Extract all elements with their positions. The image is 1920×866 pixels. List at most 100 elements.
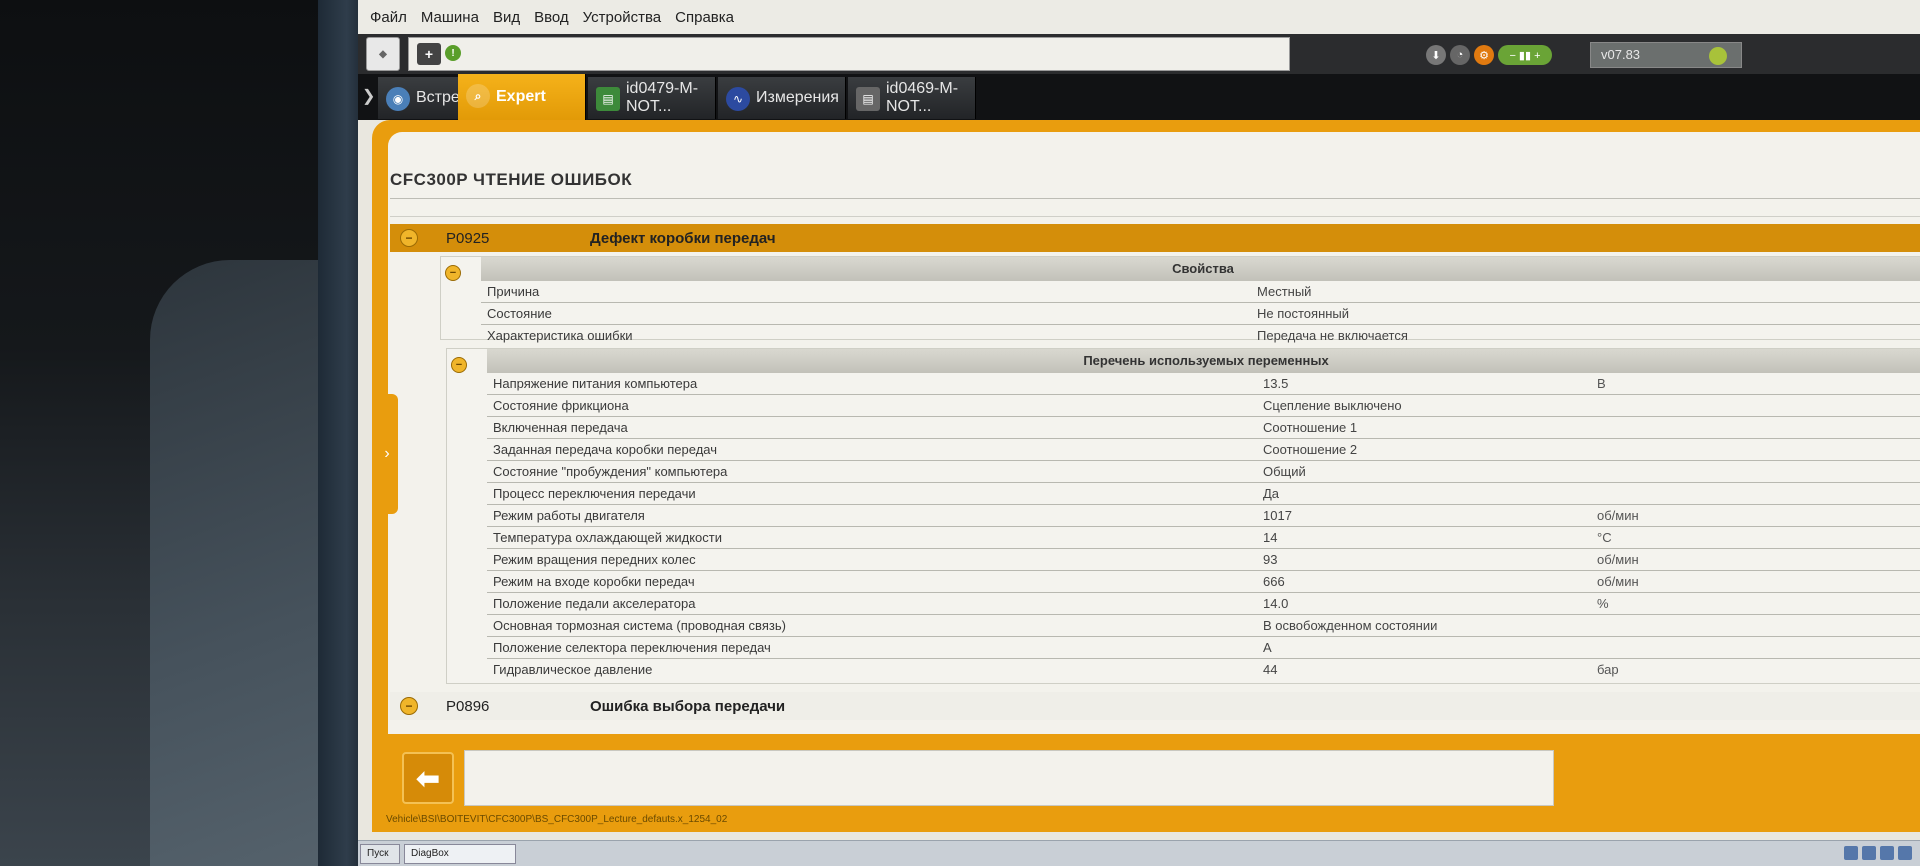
content-panel: › CFC300P ЧТЕНИЕ ОШИБОК − P0925 Дефект к… xyxy=(376,132,1920,734)
collapse-icon[interactable]: − xyxy=(400,229,418,247)
variable-value: 14.0 xyxy=(1263,596,1289,611)
variable-value: Сцепление выключено xyxy=(1263,398,1402,413)
message-field xyxy=(464,750,1554,806)
variable-value: Да xyxy=(1263,486,1280,501)
tray-icon[interactable] xyxy=(1844,846,1858,860)
menu-view[interactable]: Вид xyxy=(493,9,520,26)
table-row: Положение педали акселератора 14.0 % xyxy=(487,593,1920,615)
main-frame: › CFC300P ЧТЕНИЕ ОШИБОК − P0925 Дефект к… xyxy=(372,120,1920,832)
fault-description: Ошибка выбора передачи xyxy=(590,697,786,715)
chevron-down-icon[interactable]: ❯ xyxy=(362,86,375,106)
start-button[interactable]: Пуск xyxy=(360,844,400,864)
gauge-icon[interactable]: ◔ xyxy=(1450,45,1470,65)
toolbar: ◆ + ! ⬇ ◔ ⚙ − ▮▮ + v07.83 xyxy=(358,34,1920,74)
tab-document-0479[interactable]: ▤ id0479-M-NOT... xyxy=(588,77,716,119)
page-title: CFC300P ЧТЕНИЕ ОШИБОК xyxy=(390,170,633,189)
property-name: Характеристика ошибки xyxy=(487,328,633,343)
collapse-icon[interactable]: − xyxy=(445,265,461,281)
variable-unit: об/мин xyxy=(1597,574,1639,589)
fault-code: P0925 xyxy=(446,229,490,247)
tab-label: Expert xyxy=(496,88,546,105)
variable-value: 13.5 xyxy=(1263,376,1289,391)
collapse-icon[interactable]: − xyxy=(451,357,467,373)
variable-value: Соотношение 1 xyxy=(1263,420,1358,435)
variable-name: Процесс переключения передачи xyxy=(493,486,696,501)
expand-panel-handle[interactable]: › xyxy=(376,394,398,514)
battery-icon[interactable]: − ▮▮ + xyxy=(1498,45,1552,65)
variables-table: − Перечень используемых переменных Напря… xyxy=(446,348,1920,684)
variable-name: Температура охлаждающей жидкости xyxy=(493,530,722,545)
toolbar-field: + ! xyxy=(408,37,1290,71)
taskbar: Пуск DiagBox xyxy=(358,840,1920,866)
fault-description: Дефект коробки передач xyxy=(590,229,776,247)
table-row: Причина Местный xyxy=(481,281,1920,303)
application-screen: Файл Машина Вид Ввод Устройства Справка … xyxy=(358,0,1920,866)
variable-unit: В xyxy=(1597,376,1606,391)
menu-machine[interactable]: Машина xyxy=(421,9,479,26)
tab-label: Измерения xyxy=(756,89,839,106)
system-tray xyxy=(1844,846,1912,860)
table-row: Процесс переключения передачи Да xyxy=(487,483,1920,505)
tab-measurements[interactable]: ∿ Измерения xyxy=(718,77,846,119)
property-value: Местный xyxy=(1257,284,1312,299)
table-row: Режим работы двигателя 1017 об/мин xyxy=(487,505,1920,527)
variable-unit: бар xyxy=(1597,662,1619,677)
variable-unit: % xyxy=(1597,596,1609,611)
property-name: Причина xyxy=(487,284,540,299)
variable-value: 1017 xyxy=(1263,508,1292,523)
menu-help[interactable]: Справка xyxy=(675,9,734,26)
meeting-icon: ◉ xyxy=(386,87,410,111)
settings-icon[interactable]: ⚙ xyxy=(1474,45,1494,65)
variable-name: Режим вращения передних колес xyxy=(493,552,696,567)
variable-name: Состояние "пробуждения" компьютера xyxy=(493,464,728,479)
download-icon[interactable]: ⬇ xyxy=(1426,45,1446,65)
variable-value: 93 xyxy=(1263,552,1278,567)
variable-value: 14 xyxy=(1263,530,1278,545)
menu-file[interactable]: Файл xyxy=(370,9,407,26)
variable-value: Общий xyxy=(1263,464,1306,479)
fault-row-p0896[interactable]: − P0896 Ошибка выбора передачи xyxy=(390,692,1920,720)
status-ok-icon[interactable]: ! xyxy=(445,45,461,61)
table-row: Основная тормозная система (проводная св… xyxy=(487,615,1920,637)
add-icon[interactable]: + xyxy=(417,43,441,65)
tray-icon[interactable] xyxy=(1898,846,1912,860)
variable-name: Положение селектора переключения передач xyxy=(493,640,771,655)
property-value: Передача не включается xyxy=(1257,328,1408,343)
variable-unit: об/мин xyxy=(1597,508,1639,523)
tab-label: id0469-M-NOT... xyxy=(886,80,959,115)
properties-table: − Свойства Причина Местный Состояние Не … xyxy=(440,256,1920,343)
version-text: v07.83 xyxy=(1601,47,1641,62)
brand-logo-icon[interactable]: ◆ xyxy=(366,37,400,71)
menu-devices[interactable]: Устройства xyxy=(583,9,661,26)
document-icon: ▤ xyxy=(596,87,620,111)
table-row: Напряжение питания компьютера 13.5 В xyxy=(487,373,1920,395)
tray-icon[interactable] xyxy=(1862,846,1876,860)
magnifier-icon: ⌕ xyxy=(466,84,490,108)
connection-status-icon xyxy=(1709,47,1727,65)
variable-name: Состояние фрикциона xyxy=(493,398,629,413)
table-row: Режим вращения передних колес 93 об/мин xyxy=(487,549,1920,571)
tab-label: id0479-M-NOT... xyxy=(626,80,699,115)
collapse-icon[interactable]: − xyxy=(400,697,418,715)
tab-document-0469[interactable]: ▤ id0469-M-NOT... xyxy=(848,77,976,119)
variable-name: Режим на входе коробки передач xyxy=(493,574,695,589)
tray-icon[interactable] xyxy=(1880,846,1894,860)
table-row: Состояние "пробуждения" компьютера Общий xyxy=(487,461,1920,483)
variable-unit: °C xyxy=(1597,530,1612,545)
variable-name: Гидравлическое давление xyxy=(493,662,653,677)
table-row: Температура охлаждающей жидкости 14 °C xyxy=(487,527,1920,549)
bottom-bar: ⬅ xyxy=(388,746,1920,810)
table-row: Режим на входе коробки передач 666 об/ми… xyxy=(487,571,1920,593)
table-row: Положение селектора переключения передач… xyxy=(487,637,1920,659)
taskbar-item-diagbox[interactable]: DiagBox xyxy=(404,844,516,864)
back-arrow-button[interactable]: ⬅ xyxy=(402,752,454,804)
property-value: Не постоянный xyxy=(1257,306,1350,321)
variable-value: 44 xyxy=(1263,662,1278,677)
fault-row-p0925[interactable]: − P0925 Дефект коробки передач xyxy=(390,224,1920,252)
variable-value: A xyxy=(1263,640,1272,655)
menu-input[interactable]: Ввод xyxy=(534,9,569,26)
variable-value: Соотношение 2 xyxy=(1263,442,1358,457)
tab-expert[interactable]: ⌕ Expert xyxy=(458,74,586,120)
menu-bar: Файл Машина Вид Ввод Устройства Справка xyxy=(358,0,1920,34)
divider xyxy=(390,216,1920,217)
